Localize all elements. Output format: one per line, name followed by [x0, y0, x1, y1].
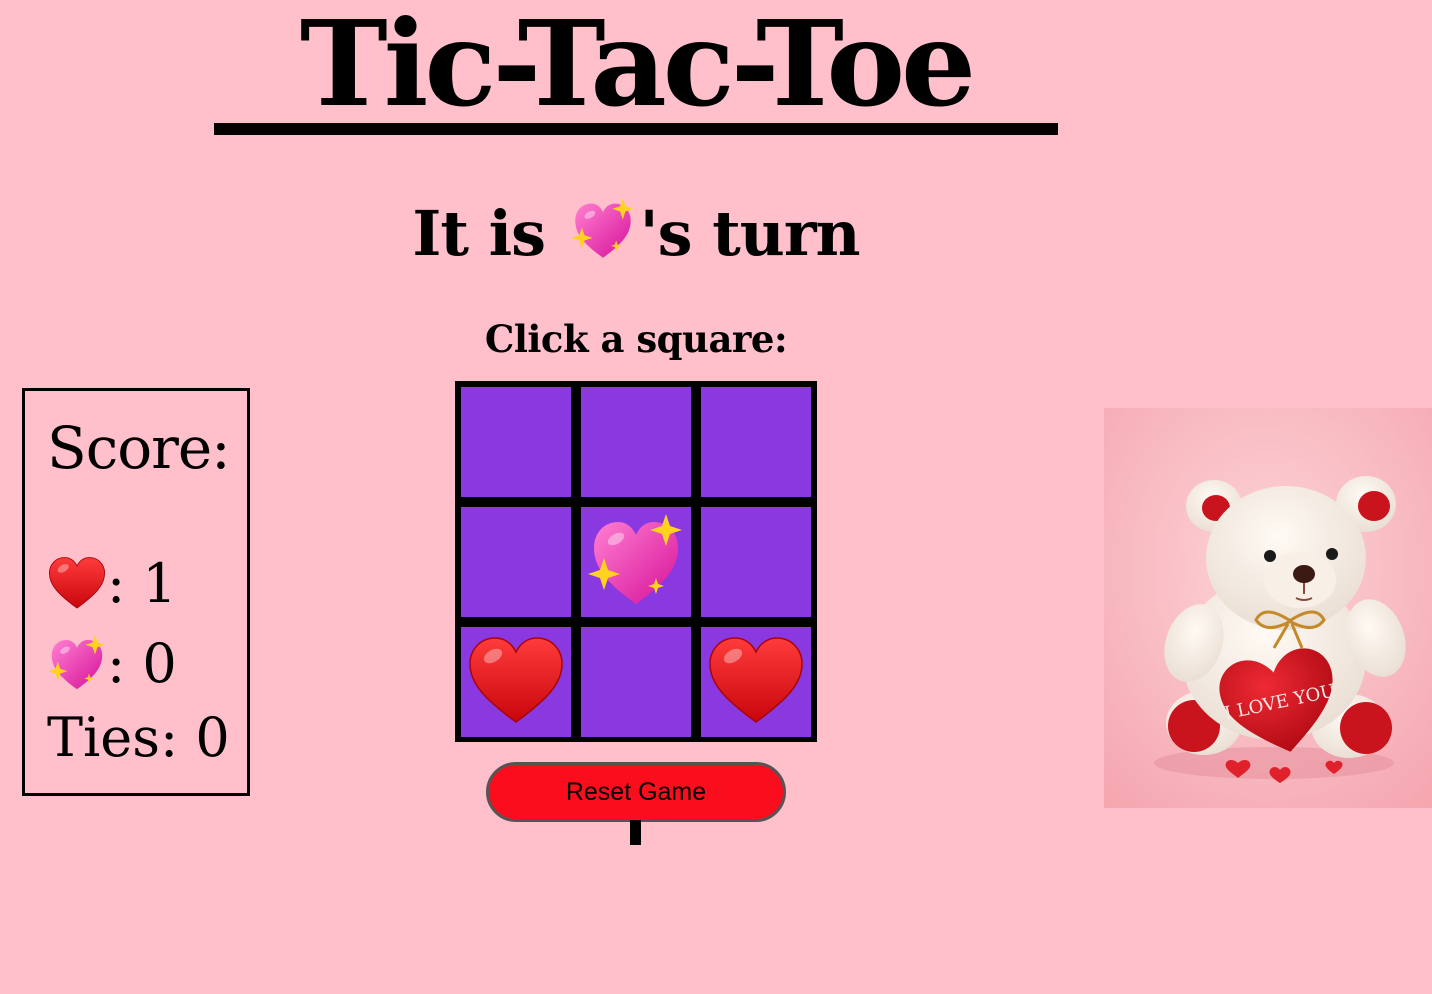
- page-title: Tic-Tac-Toe: [299, 0, 976, 133]
- red-heart-score: : 1: [107, 552, 177, 615]
- red-heart-icon: [47, 554, 107, 614]
- red-heart-icon: [706, 632, 806, 732]
- reset-game-button[interactable]: Reset Game: [486, 762, 786, 822]
- sparkling-heart-icon: [570, 197, 636, 263]
- board-cell-8[interactable]: [581, 627, 691, 737]
- board-cell-9[interactable]: [701, 627, 811, 737]
- sparkling-heart-icon: [47, 634, 107, 694]
- ties-score: Ties: 0: [47, 706, 230, 769]
- reset-button-stem: [630, 820, 641, 845]
- board-cell-3[interactable]: [701, 387, 811, 497]
- board-cell-2[interactable]: [581, 387, 691, 497]
- board-cell-5[interactable]: [581, 507, 691, 617]
- board-cell-1[interactable]: [461, 387, 571, 497]
- game-board: [455, 381, 817, 742]
- board-cell-4[interactable]: [461, 507, 571, 617]
- turn-suffix: 's turn: [639, 197, 861, 270]
- score-title: Score:: [47, 414, 231, 482]
- red-heart-icon: [466, 632, 566, 732]
- scoreboard: Score: : 1 : 0 Ties: 0: [22, 388, 250, 796]
- turn-prefix: It is: [412, 197, 566, 270]
- sparkling-heart-icon: [586, 512, 686, 612]
- sparkling-heart-score: : 0: [107, 632, 177, 695]
- sparkling-heart-score-row: : 0: [47, 631, 177, 697]
- teddy-bear-image: I LOVE YOU: [1104, 408, 1432, 808]
- title-underline: [214, 123, 1058, 135]
- turn-indicator: It is 's turn: [336, 196, 936, 272]
- board-prompt: Click a square:: [484, 317, 788, 361]
- board-cell-6[interactable]: [701, 507, 811, 617]
- red-heart-score-row: : 1: [47, 551, 177, 617]
- board-cell-7[interactable]: [461, 627, 571, 737]
